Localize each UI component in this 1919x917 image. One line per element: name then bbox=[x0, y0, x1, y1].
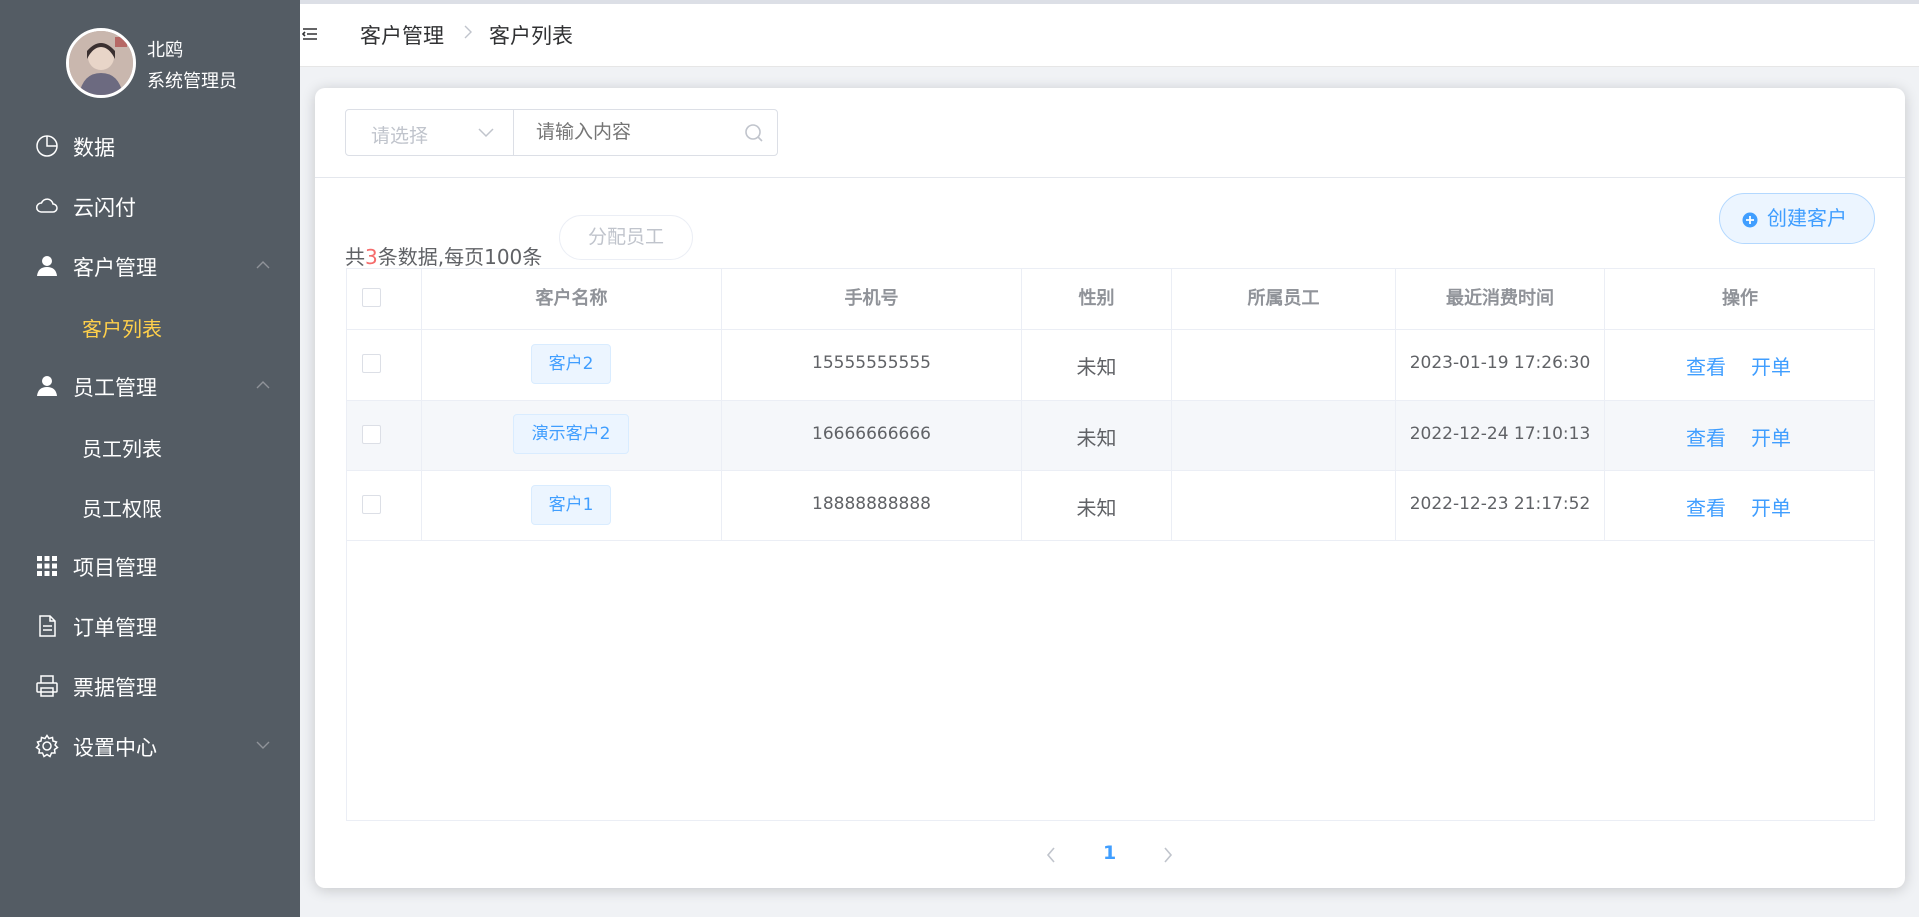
user-icon bbox=[37, 256, 57, 276]
customer-name-tag: 客户2 bbox=[531, 344, 611, 384]
search-bar: 请选择 bbox=[345, 109, 778, 156]
sidebar-item-settings[interactable]: 设置中心 bbox=[0, 716, 300, 776]
user-profile: 北鸥 系统管理员 bbox=[0, 0, 300, 100]
gender-cell: 未知 bbox=[1076, 426, 1117, 450]
header-actions: 操作 bbox=[1722, 288, 1758, 309]
create-order-link[interactable]: 开单 bbox=[1751, 492, 1791, 521]
header-phone: 手机号 bbox=[844, 288, 899, 309]
customer-name-tag: 客户1 bbox=[531, 485, 611, 525]
header-gender: 性别 bbox=[1078, 288, 1115, 309]
sidebar-item-label: 客户列表 bbox=[82, 317, 162, 341]
pagination-current-page[interactable]: 1 bbox=[1103, 842, 1116, 864]
sidebar-item-unionpay[interactable]: 云闪付 bbox=[0, 176, 300, 236]
search-input[interactable] bbox=[536, 121, 736, 143]
select-all-checkbox[interactable] bbox=[362, 288, 381, 307]
menu-collapse-icon[interactable] bbox=[302, 26, 318, 42]
gear-icon bbox=[35, 734, 59, 758]
sidebar-item-label: 云闪付 bbox=[73, 196, 136, 220]
last-purchase-cell: 2023-01-19 17:26:30 bbox=[1409, 353, 1591, 373]
assign-staff-button[interactable]: 分配员工 bbox=[559, 215, 693, 260]
cloud-icon bbox=[36, 198, 58, 213]
user-name: 北鸥 bbox=[147, 40, 183, 61]
view-link[interactable]: 查看 bbox=[1686, 351, 1726, 380]
pagination-prev-icon[interactable] bbox=[1043, 845, 1059, 865]
document-icon bbox=[39, 615, 56, 637]
sidebar-item-label: 数据 bbox=[73, 136, 115, 160]
divider bbox=[315, 177, 1905, 178]
avatar[interactable] bbox=[66, 28, 136, 98]
row-checkbox[interactable] bbox=[362, 495, 381, 514]
breadcrumb-parent[interactable]: 客户管理 bbox=[360, 20, 444, 50]
grid-icon bbox=[37, 556, 57, 576]
customer-name-tag: 演示客户2 bbox=[513, 414, 629, 454]
gender-cell: 未知 bbox=[1076, 355, 1117, 379]
summary-suffix: 条数据,每页100条 bbox=[377, 245, 543, 269]
search-field-select[interactable]: 请选择 bbox=[346, 110, 514, 155]
chevron-up-icon bbox=[256, 381, 270, 389]
chevron-up-icon bbox=[256, 261, 270, 269]
row-divider bbox=[346, 470, 1875, 471]
summary-prefix: 共 bbox=[345, 245, 365, 269]
select-placeholder: 请选择 bbox=[371, 125, 429, 147]
header-staff: 所属员工 bbox=[1247, 288, 1320, 309]
record-count: 3 bbox=[365, 245, 378, 269]
last-purchase-cell: 2022-12-23 21:17:52 bbox=[1409, 494, 1591, 514]
row-divider bbox=[346, 540, 1875, 541]
create-customer-label: 创建客户 bbox=[1767, 206, 1847, 230]
sidebar-item-label: 项目管理 bbox=[73, 556, 157, 580]
chevron-down-icon bbox=[478, 128, 494, 138]
create-customer-button[interactable]: 创建客户 bbox=[1719, 193, 1875, 244]
user-role: 系统管理员 bbox=[147, 71, 237, 92]
gender-cell: 未知 bbox=[1076, 496, 1117, 520]
sidebar-item-staff-management[interactable]: 员工管理 bbox=[0, 356, 300, 416]
view-link[interactable]: 查看 bbox=[1686, 492, 1726, 521]
sidebar-item-label: 员工权限 bbox=[82, 497, 162, 521]
header-last-purchase: 最近消费时间 bbox=[1446, 288, 1554, 309]
printer-icon bbox=[36, 675, 58, 697]
view-link[interactable]: 查看 bbox=[1686, 422, 1726, 451]
sidebar-item-data[interactable]: 数据 bbox=[0, 116, 300, 176]
sidebar-item-order-management[interactable]: 订单管理 bbox=[0, 596, 300, 656]
sidebar-item-label: 客户管理 bbox=[73, 256, 157, 280]
sidebar-item-customer-list[interactable]: 客户列表 bbox=[0, 296, 300, 356]
user-icon bbox=[37, 376, 57, 396]
last-purchase-cell: 2022-12-24 17:10:13 bbox=[1409, 424, 1591, 444]
sidebar-item-staff-list[interactable]: 员工列表 bbox=[0, 416, 300, 476]
sidebar-item-label: 员工列表 bbox=[82, 437, 162, 461]
phone-cell: 18888888888 bbox=[812, 494, 931, 514]
row-checkbox[interactable] bbox=[362, 425, 381, 444]
header-customer-name: 客户名称 bbox=[535, 288, 608, 309]
sidebar: 北鸥 系统管理员 数据 云闪付 客户管理 客户列表 员工管理 员工列表 员工权限 bbox=[0, 0, 300, 917]
sidebar-item-staff-permissions[interactable]: 员工权限 bbox=[0, 476, 300, 536]
row-divider bbox=[346, 329, 1875, 330]
chevron-down-icon bbox=[256, 741, 270, 749]
phone-cell: 15555555555 bbox=[812, 353, 931, 373]
chevron-right-icon bbox=[464, 25, 472, 39]
pagination-next-icon[interactable] bbox=[1160, 845, 1176, 865]
sidebar-item-label: 员工管理 bbox=[73, 376, 157, 400]
record-summary: 共3条数据,每页100条 bbox=[345, 241, 542, 270]
row-checkbox[interactable] bbox=[362, 354, 381, 373]
breadcrumb-current: 客户列表 bbox=[489, 24, 573, 48]
create-order-link[interactable]: 开单 bbox=[1751, 351, 1791, 380]
create-order-link[interactable]: 开单 bbox=[1751, 422, 1791, 451]
sidebar-item-label: 票据管理 bbox=[73, 676, 157, 700]
search-icon[interactable] bbox=[743, 122, 765, 144]
plus-circle-icon bbox=[1742, 212, 1758, 228]
sidebar-item-project-management[interactable]: 项目管理 bbox=[0, 536, 300, 596]
sidebar-item-label: 订单管理 bbox=[73, 616, 157, 640]
row-divider bbox=[346, 400, 1875, 401]
sidebar-item-customer-management[interactable]: 客户管理 bbox=[0, 236, 300, 296]
sidebar-item-label: 设置中心 bbox=[73, 736, 157, 760]
pie-chart-icon bbox=[36, 135, 58, 157]
sidebar-item-invoice-management[interactable]: 票据管理 bbox=[0, 656, 300, 716]
phone-cell: 16666666666 bbox=[812, 424, 931, 444]
